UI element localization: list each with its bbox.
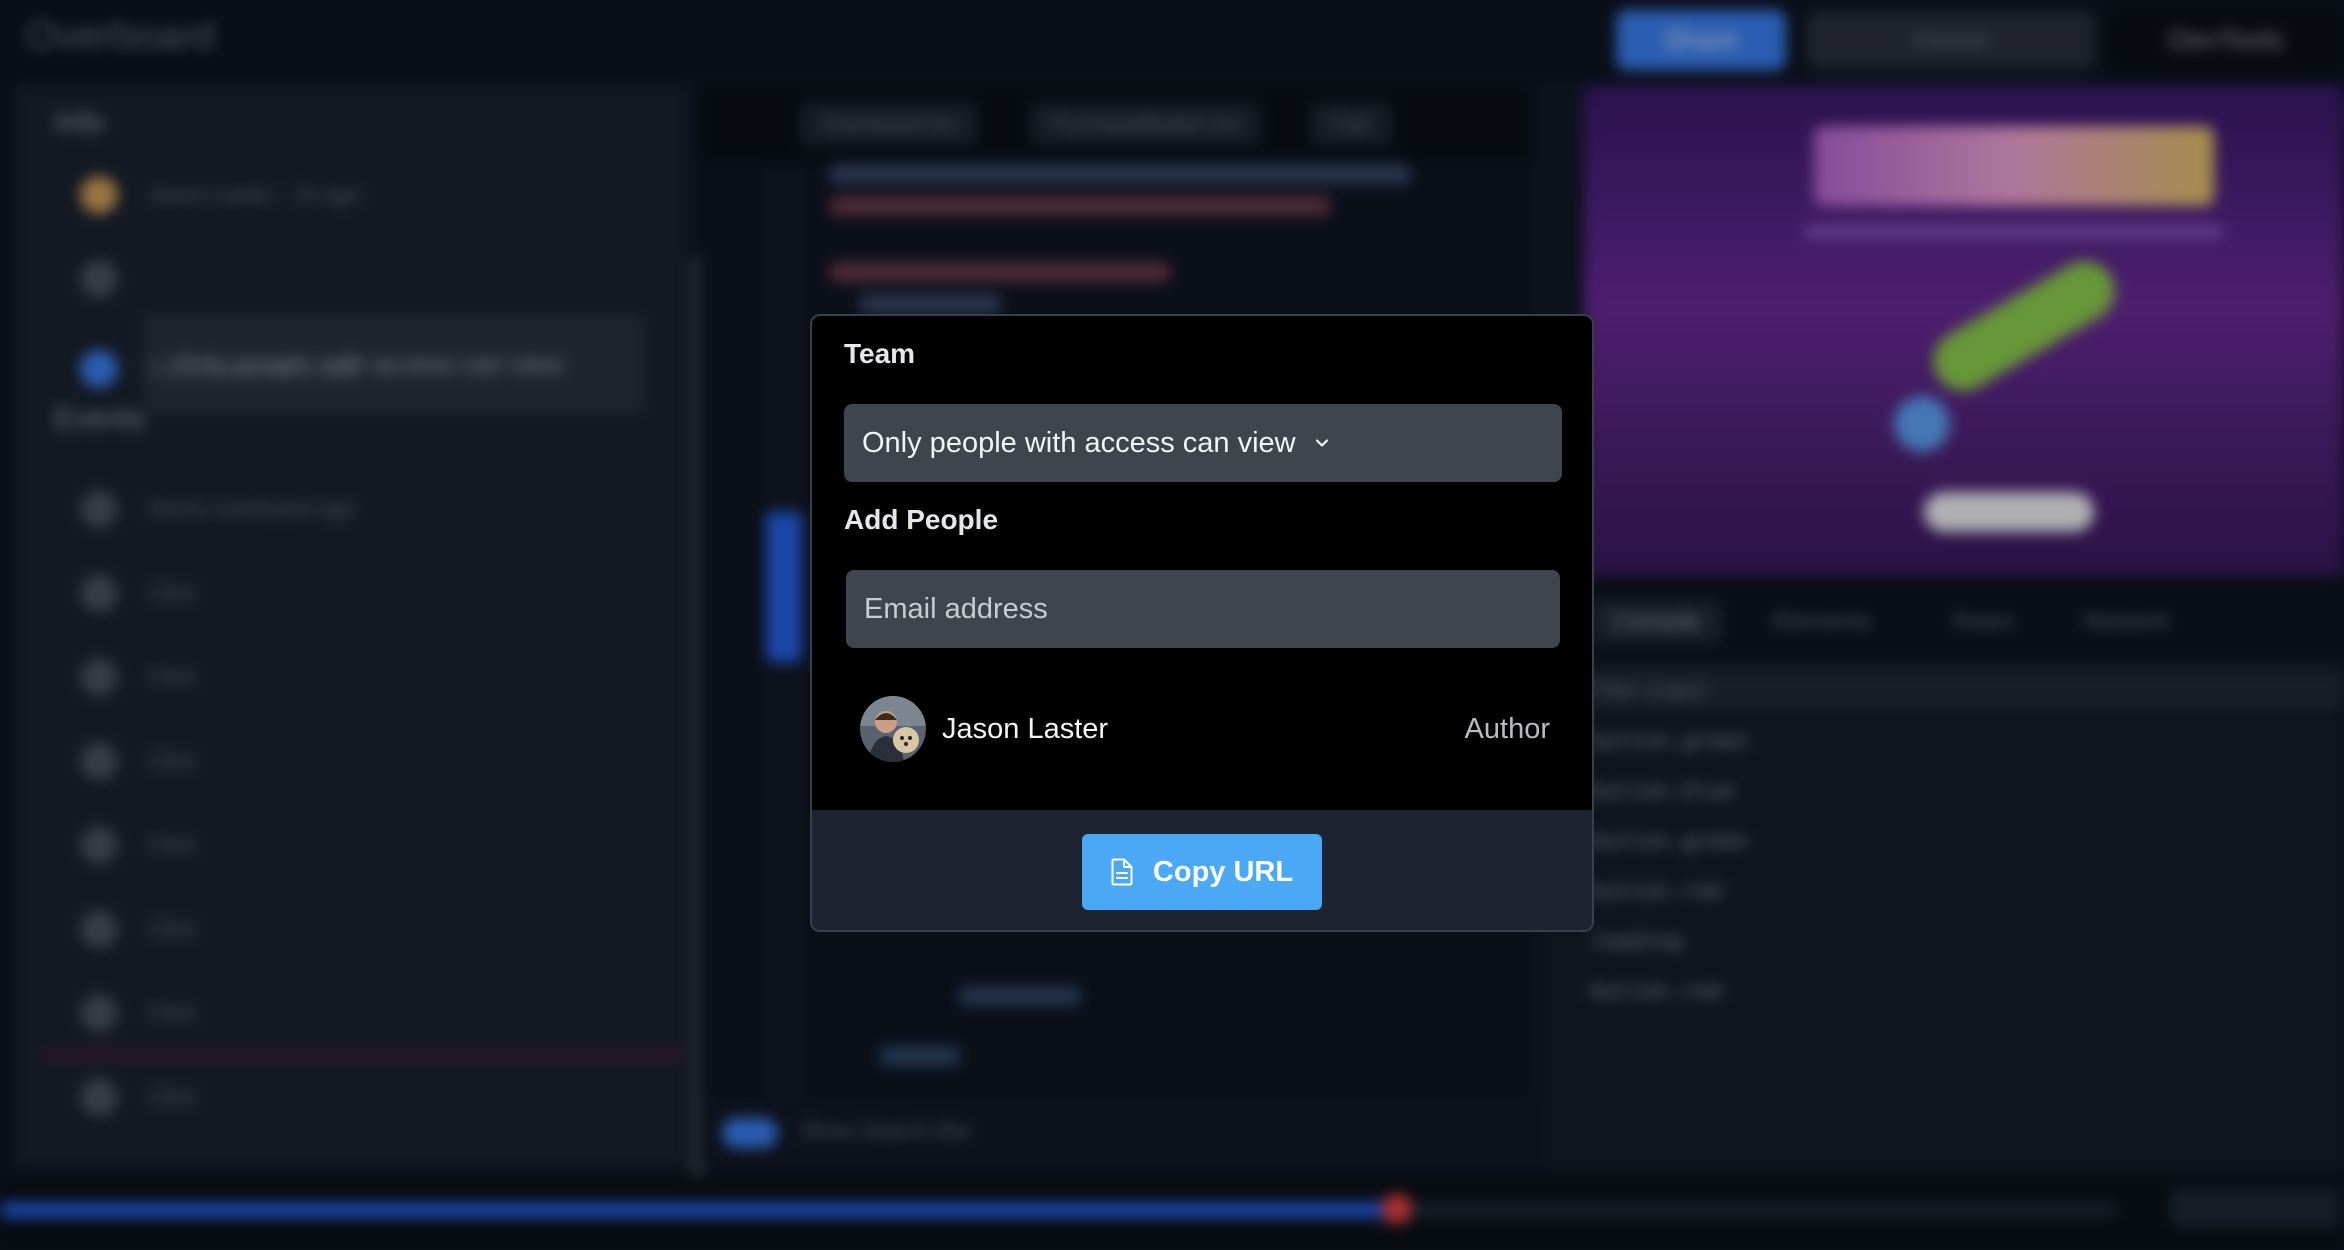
avatar [860,696,926,762]
document-icon [1111,858,1133,886]
privacy-select[interactable]: Only people with access can view [844,404,1562,482]
collaborator-name: Jason Laster [942,712,1109,745]
privacy-select-value: Only people with access can view [862,426,1296,459]
email-field[interactable] [846,570,1560,648]
copy-url-button[interactable]: Copy URL [1082,834,1322,910]
add-people-label: Add People [844,504,999,535]
copy-url-label: Copy URL [1152,855,1294,888]
share-modal: Team Only people with access can view Ad… [810,314,1594,932]
chevron-down-icon [1312,431,1336,455]
modal-footer: Copy URL [812,810,1592,930]
collaborator-role: Author [1464,712,1550,745]
collaborator-row: Jason Laster Author [860,696,1550,762]
team-label: Team [844,338,916,369]
